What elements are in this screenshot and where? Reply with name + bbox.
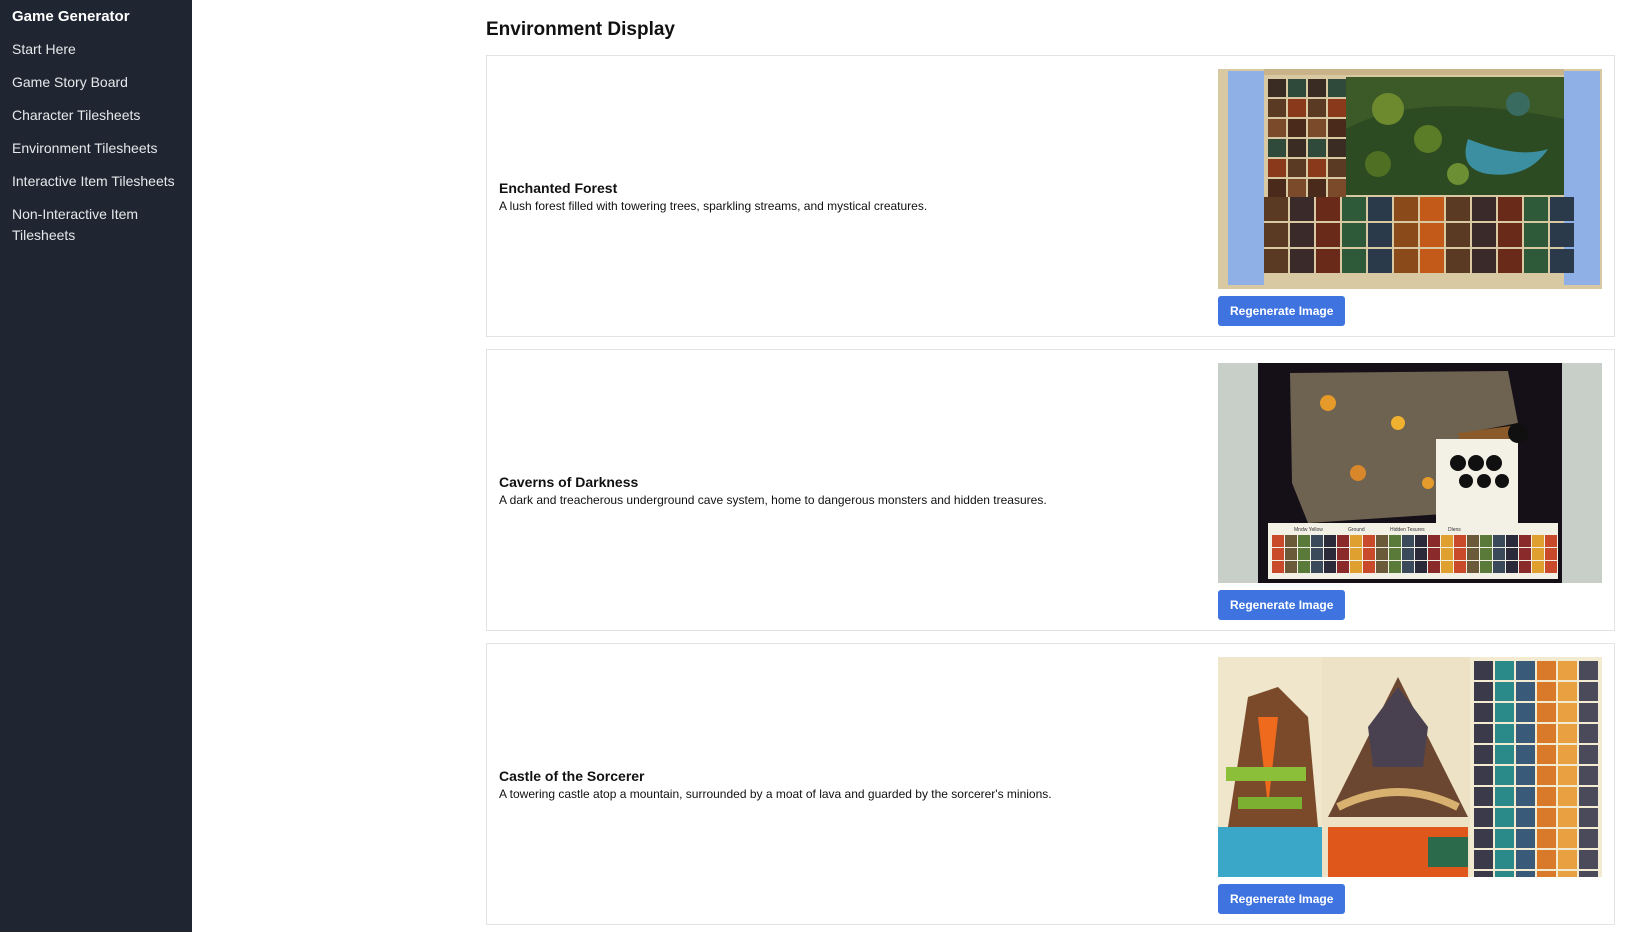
sidebar-item-environment-tilesheets[interactable]: Environment Tilesheets <box>12 138 182 159</box>
environment-info: Caverns of Darkness A dark and treachero… <box>499 350 1199 630</box>
sidebar: Game Generator Start Here Game Story Boa… <box>0 0 192 932</box>
regenerate-image-button[interactable]: Regenerate Image <box>1218 590 1346 620</box>
environment-name: Enchanted Forest <box>499 179 618 196</box>
tilesheet-label: Dlens <box>1448 527 1461 533</box>
tilesheet-label: Hidden Tesures <box>1390 527 1425 533</box>
environment-tilesheet-image: Mndw Yellow Ground Hidden Tesures Dlens <box>1218 363 1602 583</box>
app-title: Game Generator <box>12 8 130 25</box>
environment-card: Enchanted Forest A lush forest filled wi… <box>486 55 1615 337</box>
environment-info: Castle of the Sorcerer A towering castle… <box>499 644 1199 924</box>
tilesheet-label: Ground <box>1348 527 1365 533</box>
environment-info: Enchanted Forest A lush forest filled wi… <box>499 56 1199 336</box>
main-content: Environment Display Enchanted Forest A l… <box>486 18 1616 937</box>
environment-card: Caverns of Darkness A dark and treachero… <box>486 349 1615 631</box>
environment-tilesheet-image <box>1218 69 1602 289</box>
environment-name: Castle of the Sorcerer <box>499 767 645 784</box>
page-title: Environment Display <box>486 19 675 40</box>
environment-description: A towering castle atop a mountain, surro… <box>499 786 1052 801</box>
environment-card: Castle of the Sorcerer A towering castle… <box>486 643 1615 925</box>
environment-name: Caverns of Darkness <box>499 473 639 490</box>
sidebar-item-interactive-item-tilesheets[interactable]: Interactive Item Tilesheets <box>12 171 182 192</box>
sidebar-item-character-tilesheets[interactable]: Character Tilesheets <box>12 105 182 126</box>
sidebar-item-non-interactive-item-tilesheets[interactable]: Non-Interactive Item Tilesheets <box>12 204 182 246</box>
regenerate-image-button[interactable]: Regenerate Image <box>1218 296 1346 326</box>
environment-description: A lush forest filled with towering trees… <box>499 198 928 213</box>
environment-description: A dark and treacherous underground cave … <box>499 492 1047 507</box>
environment-tilesheet-image <box>1218 657 1602 877</box>
sidebar-item-start-here[interactable]: Start Here <box>12 39 182 60</box>
regenerate-image-button[interactable]: Regenerate Image <box>1218 884 1346 914</box>
sidebar-item-game-story-board[interactable]: Game Story Board <box>12 72 182 93</box>
tilesheet-label: Mndw Yellow <box>1294 527 1323 533</box>
